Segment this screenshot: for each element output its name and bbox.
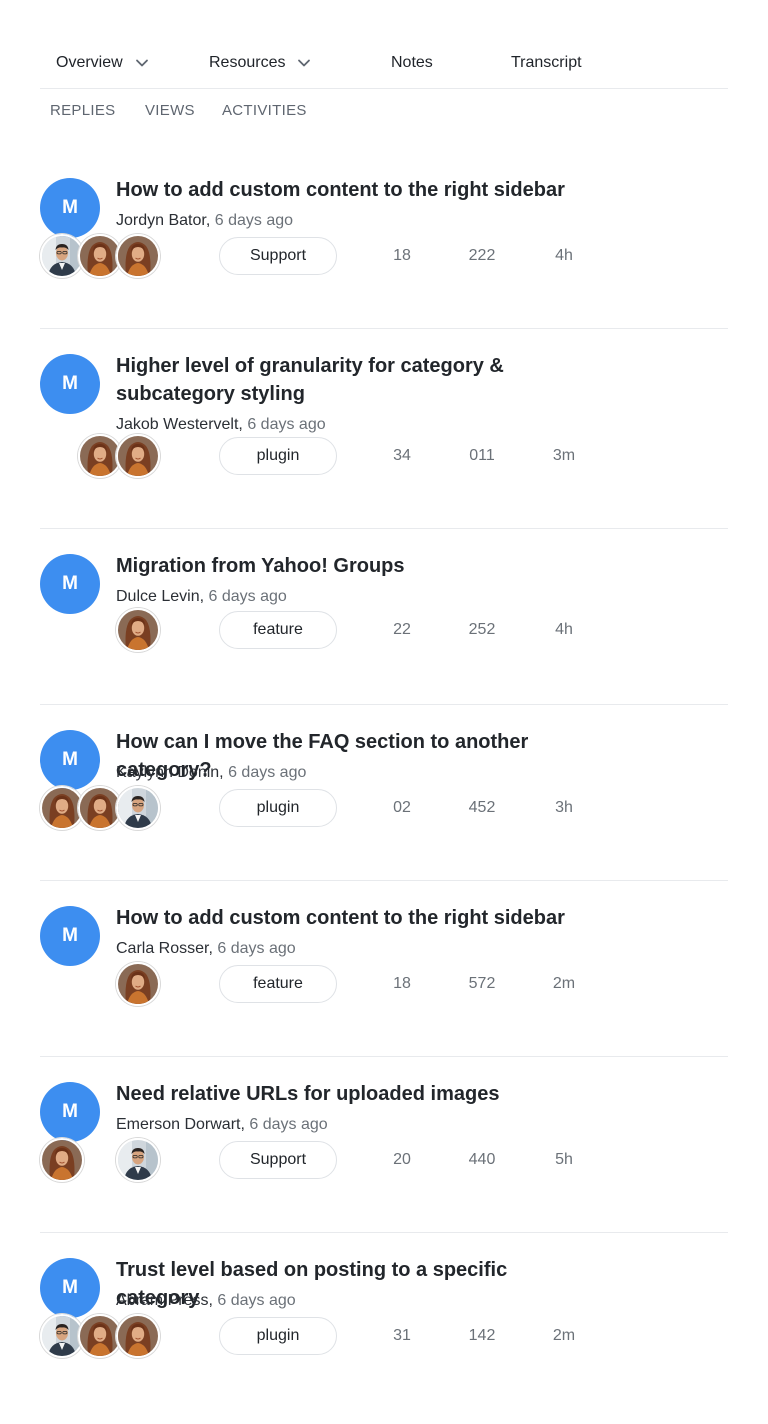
topic-byline: Jordyn Bator, 6 days ago — [116, 212, 293, 230]
views-count: 222 — [468, 247, 496, 264]
post-time: 6 days ago — [228, 764, 307, 781]
post-time: 6 days ago — [208, 588, 287, 605]
topic-title[interactable]: Need relative URLs for uploaded images — [116, 1080, 586, 1108]
activity-time: 2m — [552, 1327, 576, 1344]
topic-row[interactable]: M Trust level based on posting to a speci… — [40, 1232, 728, 1424]
views-count: 440 — [468, 1151, 496, 1168]
nav-transcript-label: Transcript — [511, 54, 582, 71]
post-time: 6 days ago — [249, 1116, 328, 1133]
author-avatar[interactable]: M — [40, 906, 100, 966]
author-avatar[interactable]: M — [40, 1258, 100, 1318]
replies-count: 31 — [393, 1327, 411, 1344]
topic-row[interactable]: M Need relative URLs for uploaded images E… — [40, 1056, 728, 1233]
replies-count: 02 — [393, 799, 411, 816]
topic-byline: Abram Press, 6 days ago — [116, 1292, 296, 1310]
author-name[interactable]: Dulce Levin, — [116, 588, 204, 605]
topic-byline: Carla Rosser, 6 days ago — [116, 940, 296, 958]
category-tag[interactable]: plugin — [219, 1317, 337, 1355]
category-tag[interactable]: Support — [219, 1141, 337, 1179]
topic-byline: Dulce Levin, 6 days ago — [116, 588, 287, 606]
category-tag[interactable]: plugin — [219, 437, 337, 475]
author-avatar[interactable]: M — [40, 178, 100, 238]
author-name[interactable]: Jordyn Bator, — [116, 212, 210, 229]
replies-count: 20 — [393, 1151, 411, 1168]
author-avatar[interactable]: M — [40, 1082, 100, 1142]
replies-count: 18 — [393, 247, 411, 264]
nav-overview-label: Overview — [56, 54, 123, 71]
activity-time: 5h — [555, 1151, 573, 1168]
nav-resources-label: Resources — [209, 54, 286, 71]
author-avatar[interactable]: M — [40, 554, 100, 614]
chevron-down-icon — [297, 56, 311, 70]
participant-avatar[interactable] — [40, 1138, 84, 1182]
nav-notes-label: Notes — [391, 54, 433, 71]
views-count: 572 — [468, 975, 496, 992]
category-tag[interactable]: Support — [219, 237, 337, 275]
participant-avatar[interactable] — [116, 1138, 160, 1182]
author-name[interactable]: Emerson Dorwart, — [116, 1116, 245, 1133]
author-name[interactable]: Kaylynn Donin, — [116, 764, 224, 781]
participant-avatar[interactable] — [116, 1314, 160, 1358]
topic-title[interactable]: Migration from Yahoo! Groups — [116, 552, 586, 580]
topic-byline: Jakob Westervelt, 6 days ago — [116, 416, 326, 434]
views-count: 452 — [468, 799, 496, 816]
participant-avatar[interactable] — [116, 962, 160, 1006]
nav-overview[interactable]: Overview — [56, 54, 149, 72]
topic-row[interactable]: M Migration from Yahoo! Groups Dulce Levin… — [40, 528, 728, 705]
chevron-down-icon — [135, 56, 149, 70]
activity-time: 3m — [552, 447, 576, 464]
post-time: 6 days ago — [217, 1292, 296, 1309]
replies-count: 22 — [393, 621, 411, 638]
nav-notes[interactable]: Notes — [391, 54, 433, 72]
category-tag[interactable]: plugin — [219, 789, 337, 827]
nav-resources[interactable]: Resources — [209, 54, 311, 72]
tab-views[interactable]: VIEWS — [145, 102, 195, 119]
topic-title[interactable]: How to add custom content to the right s… — [116, 904, 586, 932]
category-tag[interactable]: feature — [219, 611, 337, 649]
topic-row[interactable]: M Higher level of granularity for categor… — [40, 328, 728, 529]
author-avatar[interactable]: M — [40, 354, 100, 414]
topic-byline: Emerson Dorwart, 6 days ago — [116, 1116, 328, 1134]
nav-transcript[interactable]: Transcript — [511, 54, 582, 72]
activity-time: 4h — [555, 247, 573, 264]
topic-row[interactable]: M How to add custom content to the right … — [40, 150, 728, 329]
participant-avatar[interactable] — [116, 608, 160, 652]
topic-row[interactable]: M How to add custom content to the right … — [40, 880, 728, 1057]
replies-count: 18 — [393, 975, 411, 992]
views-count: 142 — [468, 1327, 496, 1344]
author-avatar[interactable]: M — [40, 730, 100, 790]
views-count: 252 — [468, 621, 496, 638]
activity-time: 2m — [552, 975, 576, 992]
post-time: 6 days ago — [247, 416, 326, 433]
top-nav: Overview Resources Notes Transcript — [40, 42, 728, 89]
topic-byline: Kaylynn Donin, 6 days ago — [116, 764, 306, 782]
topic-title[interactable]: Higher level of granularity for category… — [116, 352, 586, 408]
replies-count: 34 — [393, 447, 411, 464]
activity-time: 3h — [555, 799, 573, 816]
activity-time: 4h — [555, 621, 573, 638]
participant-avatar[interactable] — [116, 786, 160, 830]
topic-title[interactable]: How to add custom content to the right s… — [116, 176, 586, 204]
topic-row[interactable]: M How can I move the FAQ section to anoth… — [40, 704, 728, 881]
tab-replies[interactable]: REPLIES — [50, 102, 115, 119]
post-time: 6 days ago — [217, 940, 296, 957]
participant-avatar[interactable] — [116, 434, 160, 478]
views-count: 011 — [469, 447, 495, 464]
post-time: 6 days ago — [214, 212, 294, 229]
category-tag[interactable]: feature — [219, 965, 337, 1003]
author-name[interactable]: Abram Press, — [116, 1292, 213, 1309]
author-name[interactable]: Jakob Westervelt, — [116, 416, 243, 433]
participant-avatar[interactable] — [116, 234, 160, 278]
author-name[interactable]: Carla Rosser, — [116, 940, 213, 957]
tab-activities[interactable]: ACTIVITIES — [222, 102, 307, 119]
